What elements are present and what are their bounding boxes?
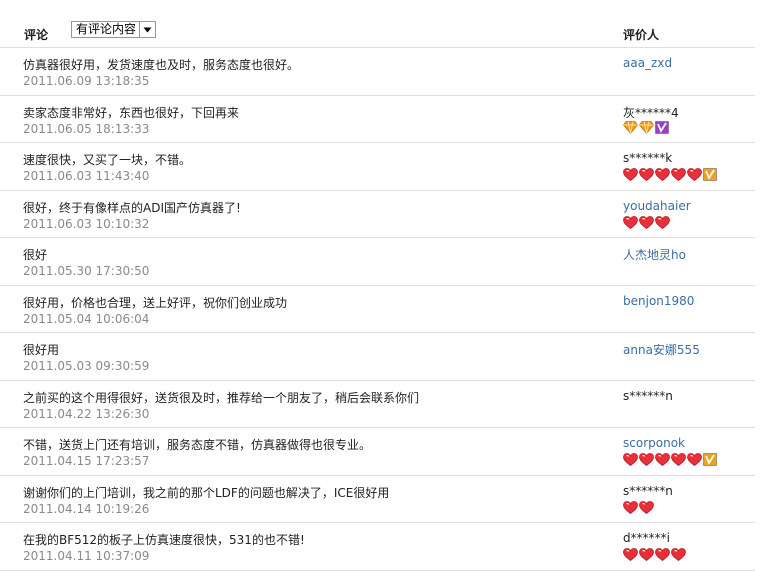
review-date: 2011.05.03 09:30:59 xyxy=(23,359,150,373)
review-text: 仿真器很好用，发货速度也及时，服务态度也很好。 xyxy=(23,58,300,72)
reviewer-name: s******k xyxy=(623,151,673,165)
vip-orange-icon xyxy=(703,453,717,469)
review-text: 很好用，价格也合理，送上好评，祝你们创业成功 xyxy=(23,295,288,310)
review-row: 很好用，价格也合理，送上好评，祝你们创业成功 2011.05.04 10:06:0… xyxy=(0,286,755,333)
review-row: 很好用 2011.05.03 09:30:59 anna安娜555 xyxy=(0,333,755,381)
reviewer-credit-badges[interactable] xyxy=(623,168,717,184)
review-row: 谢谢你们的上门培训，我之前的那个LDF的问题也解决了，ICE很好用 2011.04… xyxy=(0,476,755,523)
review-date: 2011.06.05 18:13:33 xyxy=(23,121,150,136)
vip-purple-icon xyxy=(655,120,669,137)
review-text: 很好，终于有像样点的ADI国产仿真器了! xyxy=(23,200,241,215)
reviewer-link[interactable]: benjon1980 xyxy=(623,294,694,308)
heart-icon xyxy=(655,453,670,469)
review-text: 很好用 xyxy=(23,343,60,357)
vip-orange-icon xyxy=(703,168,717,184)
reviewer-link[interactable]: anna安娜555 xyxy=(623,341,700,358)
reviewer-credit-badges[interactable] xyxy=(623,548,686,564)
heart-icon xyxy=(623,168,638,184)
review-text: 速度很快，又买了一块，不错。 xyxy=(23,153,192,167)
review-date: 2011.04.22 13:26:30 xyxy=(23,406,150,421)
reviewer-credit-badges[interactable] xyxy=(623,215,670,232)
heart-icon xyxy=(687,453,702,469)
review-date: 2011.04.14 10:19:26 xyxy=(23,501,150,516)
heart-icon xyxy=(639,548,654,564)
review-row: 不错，送货上门还有培训，服务态度不错，仿真器做得也很专业。 2011.04.15 … xyxy=(0,428,755,476)
heart-icon xyxy=(639,168,654,184)
comment-column-header: 评论 xyxy=(24,28,49,42)
reviewer-link[interactable]: 人杰地灵ho xyxy=(623,246,686,263)
review-date: 2011.05.04 10:06:04 xyxy=(23,311,150,326)
review-date: 2011.06.09 13:18:35 xyxy=(23,74,150,88)
heart-icon xyxy=(671,168,686,184)
reviewer-credit-badges[interactable] xyxy=(622,120,669,137)
heart-icon xyxy=(671,453,686,469)
heart-icon xyxy=(671,548,686,564)
reviewer-name: d******i xyxy=(623,531,670,545)
heart-icon xyxy=(623,500,638,517)
review-text: 很好 xyxy=(23,248,48,262)
review-text: 不错，送货上门还有培训，服务态度不错，仿真器做得也很专业。 xyxy=(23,438,372,452)
review-row: 在我的BF512的板子上仿真速度很快，531的也不错! 2011.04.11 10… xyxy=(0,523,755,571)
heart-icon xyxy=(687,168,702,184)
heart-icon xyxy=(655,168,670,184)
heart-icon xyxy=(639,500,654,517)
review-row: 很好 2011.05.30 17:30:50 人杰地灵ho xyxy=(0,238,755,286)
review-date: 2011.06.03 10:10:32 xyxy=(23,216,150,231)
heart-icon xyxy=(655,548,670,564)
reviewer-link[interactable]: scorponok xyxy=(623,436,685,450)
review-text: 谢谢你们的上门培训，我之前的那个LDF的问题也解决了，ICE很好用 xyxy=(23,485,390,500)
reviewer-link[interactable]: youdahaier xyxy=(623,199,691,213)
review-header: 评论 有评论内容 评价人 xyxy=(0,0,755,48)
comment-filter-select[interactable]: 有评论内容 xyxy=(71,21,157,38)
heart-icon xyxy=(655,215,670,232)
review-row: 速度很快，又买了一块，不错。 2011.06.03 11:43:40 s******… xyxy=(0,143,755,191)
review-date: 2011.06.03 11:43:40 xyxy=(23,169,150,183)
review-row: 之前买的这个用得很好，送货很及时，推荐给一个朋友了，稍后会联系你们 2011.04… xyxy=(0,381,755,428)
review-text: 之前买的这个用得很好，送货很及时，推荐给一个朋友了，稍后会联系你们 xyxy=(23,390,420,405)
chevron-down-icon[interactable] xyxy=(139,22,156,37)
review-text: 在我的BF512的板子上仿真速度很快，531的也不错! xyxy=(23,533,305,547)
reviewer-name: s******n xyxy=(623,483,673,498)
heart-icon xyxy=(623,215,638,232)
review-date: 2011.04.11 10:37:09 xyxy=(23,549,150,563)
review-row: 仿真器很好用，发货速度也及时，服务态度也很好。 2011.06.09 13:18:… xyxy=(0,48,755,96)
rater-column-header: 评价人 xyxy=(623,28,660,42)
review-rows: 仿真器很好用，发货速度也及时，服务态度也很好。 2011.06.09 13:18:… xyxy=(0,48,755,571)
review-text: 卖家态度非常好，东西也很好，下回再来 xyxy=(23,105,240,120)
heart-icon xyxy=(623,548,638,564)
review-date: 2011.05.30 17:30:50 xyxy=(23,264,150,278)
reviewer-name: 灰******4 xyxy=(623,105,679,120)
comment-filter-value: 有评论内容 xyxy=(76,22,137,36)
heart-icon xyxy=(639,215,654,232)
review-row: 卖家态度非常好，东西也很好，下回再来 2011.06.05 18:13:33 灰**… xyxy=(0,96,755,143)
reviewer-credit-badges[interactable] xyxy=(623,453,717,469)
heart-icon xyxy=(623,453,638,469)
diamond-icon xyxy=(622,120,639,137)
review-date: 2011.04.15 17:23:57 xyxy=(23,454,150,468)
reviewer-link[interactable]: aaa_zxd xyxy=(623,56,672,70)
reviewer-credit-badges[interactable] xyxy=(623,500,654,517)
heart-icon xyxy=(639,453,654,469)
review-list-panel: 评论 有评论内容 评价人 仿真器很好用，发货速度也及时，服务态度也很好。 2011… xyxy=(0,0,763,571)
diamond-icon xyxy=(638,120,655,137)
reviewer-name: s******n xyxy=(623,388,673,403)
review-row: 很好，终于有像样点的ADI国产仿真器了! 2011.06.03 10:10:32 y… xyxy=(0,191,755,238)
